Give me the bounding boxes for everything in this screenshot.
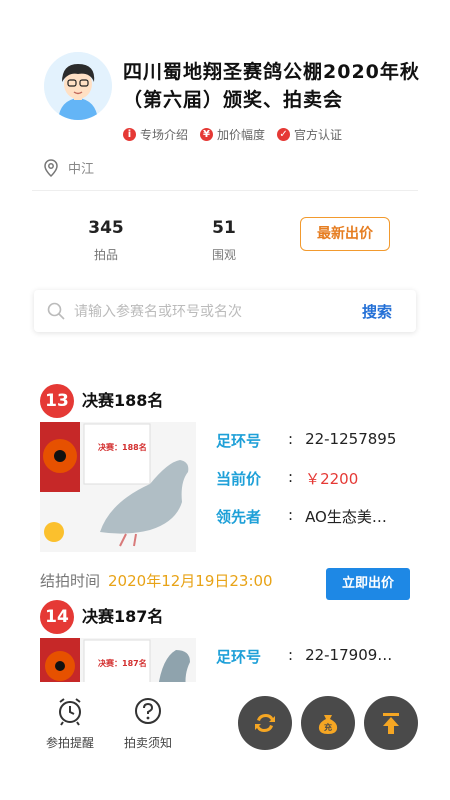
end-time-label: 结拍时间 bbox=[40, 572, 101, 590]
bid-now-button[interactable]: 立即出价 bbox=[326, 568, 410, 600]
ring-value: 22-17909… bbox=[305, 646, 393, 664]
ring-row: 足环号:22-17909… bbox=[216, 646, 393, 666]
location: 中江 bbox=[44, 158, 94, 177]
leader-label: 领先者 bbox=[216, 508, 262, 526]
bottom-bar: 参拍提醒 拍卖须知 充 bbox=[0, 682, 450, 800]
stat-label: 拍品 bbox=[93, 248, 118, 262]
search-icon bbox=[47, 302, 65, 320]
remind-button[interactable]: 参拍提醒 bbox=[40, 696, 100, 751]
money-bag-icon: 充 bbox=[318, 715, 338, 734]
recharge-button[interactable]: 充 bbox=[301, 696, 355, 750]
location-label: 中江 bbox=[68, 162, 95, 177]
item-title: 决赛187名 bbox=[82, 607, 164, 626]
notice-button[interactable]: 拍卖须知 bbox=[118, 696, 178, 751]
pigeon-photo[interactable]: 决赛：187名 bbox=[40, 638, 196, 688]
badge-label: 官方认证 bbox=[294, 128, 343, 142]
check-icon: ✓ bbox=[277, 128, 291, 141]
price-label: 当前价 bbox=[216, 470, 262, 488]
location-pin-icon bbox=[44, 158, 58, 177]
search-input[interactable]: 请输入参赛名或环号或名次 bbox=[74, 301, 362, 321]
badge-label: 专场介绍 bbox=[140, 128, 189, 142]
item-title: 决赛188名 bbox=[82, 391, 164, 410]
arrow-up-icon bbox=[383, 713, 399, 734]
pigeon-image: 决赛：187名 bbox=[40, 638, 196, 688]
ring-row: 足环号:22-1257895 bbox=[216, 430, 397, 450]
remind-label: 参拍提醒 bbox=[45, 736, 94, 750]
ring-label: 足环号 bbox=[216, 432, 262, 450]
notice-label: 拍卖须知 bbox=[123, 736, 172, 750]
svg-text:充: 充 bbox=[324, 722, 332, 732]
alarm-clock-icon bbox=[59, 698, 81, 726]
pigeon-photo[interactable]: 决赛：188名 bbox=[40, 422, 196, 552]
leader-row: 领先者: AO生态美… bbox=[216, 506, 387, 526]
badge-increment[interactable]: ¥ 加价幅度 bbox=[200, 126, 265, 143]
ring-value: 22-1257895 bbox=[305, 430, 397, 448]
info-icon: i bbox=[123, 128, 136, 141]
page-title: 四川蜀地翔圣赛鸽公棚2020年秋（第六届）颁奖、拍卖会 bbox=[123, 61, 420, 111]
refresh-button[interactable] bbox=[238, 696, 292, 750]
help-icon bbox=[135, 698, 161, 724]
stat-items: 345 拍品 bbox=[76, 218, 136, 263]
badge-verified[interactable]: ✓ 官方认证 bbox=[277, 126, 342, 143]
divider bbox=[32, 190, 418, 191]
stat-value: 51 bbox=[212, 218, 236, 238]
leader-value: AO生态美… bbox=[305, 508, 387, 526]
badges: i 专场介绍 ¥ 加价幅度 ✓ 官方认证 bbox=[123, 126, 342, 143]
search-bar[interactable]: 请输入参赛名或环号或名次 搜索 bbox=[34, 290, 416, 332]
photo-caption: 决赛：188名 bbox=[98, 442, 147, 452]
end-time-value: 2020年12月19日23:00 bbox=[108, 572, 273, 590]
badge-label: 加价幅度 bbox=[217, 128, 266, 142]
rank-badge: 13 bbox=[40, 384, 74, 418]
stat-label: 围观 bbox=[211, 248, 236, 262]
header: 四川蜀地翔圣赛鸽公棚2020年秋（第六届）颁奖、拍卖会 i 专场介绍 ¥ 加价幅度 … bbox=[0, 0, 450, 150]
stat-watchers: 51 围观 bbox=[194, 218, 254, 263]
avatar-image bbox=[44, 52, 112, 120]
photo-caption: 决赛：187名 bbox=[98, 658, 147, 668]
ring-label: 足环号 bbox=[216, 648, 262, 666]
stat-value: 345 bbox=[88, 218, 124, 238]
badge-intro[interactable]: i 专场介绍 bbox=[123, 126, 188, 143]
pigeon-image: 决赛：188名 bbox=[40, 422, 196, 552]
end-time: 结拍时间 2020年12月19日23:00 bbox=[40, 570, 273, 591]
price-value: ￥2200 bbox=[305, 470, 359, 488]
search-button[interactable]: 搜索 bbox=[362, 301, 392, 322]
refresh-icon bbox=[255, 714, 275, 732]
currency-icon: ¥ bbox=[200, 128, 214, 141]
latest-bid-button[interactable]: 最新出价 bbox=[300, 217, 390, 251]
price-row: 当前价: ￥2200 bbox=[216, 468, 359, 488]
avatar[interactable] bbox=[44, 52, 112, 120]
back-to-top-button[interactable] bbox=[364, 696, 418, 750]
rank-badge: 14 bbox=[40, 600, 74, 634]
